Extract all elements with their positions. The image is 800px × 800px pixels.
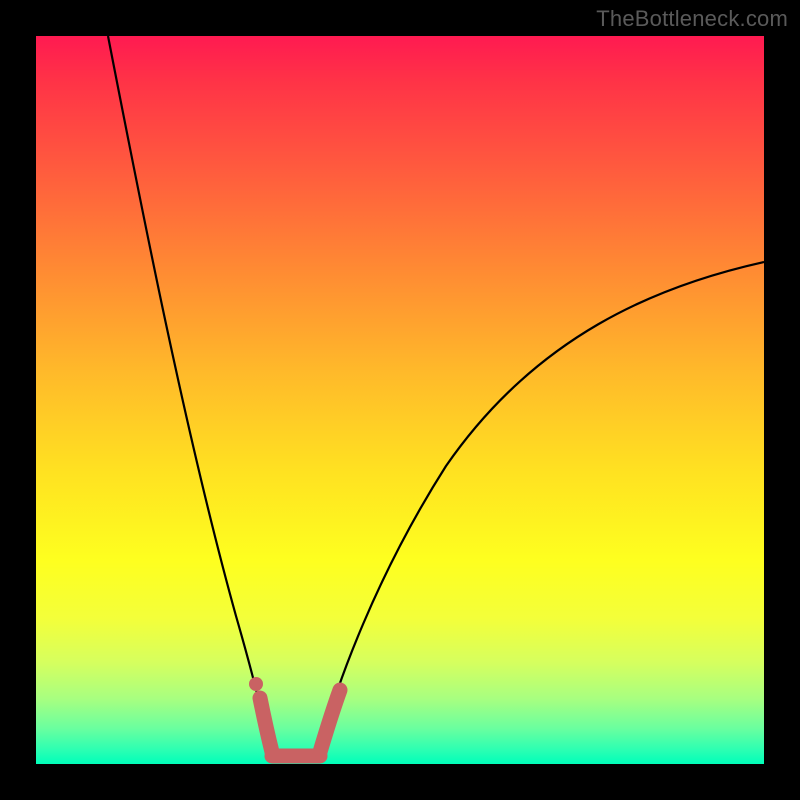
curve-layer (36, 36, 764, 764)
highlight-right-segment (320, 690, 340, 752)
curve-left (108, 36, 268, 742)
watermark-text: TheBottleneck.com (596, 6, 788, 32)
chart-frame: TheBottleneck.com (0, 0, 800, 800)
highlight-dot (249, 677, 263, 691)
plot-area (36, 36, 764, 764)
curve-right (322, 262, 764, 742)
highlight-left-segment (260, 698, 272, 752)
